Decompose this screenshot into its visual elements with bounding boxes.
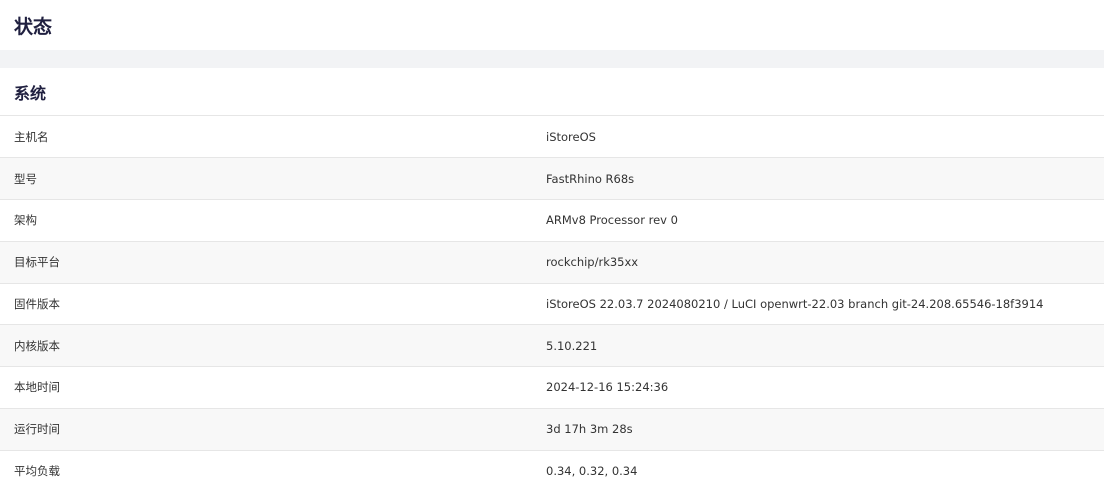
system-section-title: 系统 (14, 83, 47, 103)
system-section: 系统 主机名 iStoreOS 型号 FastRhino R68s 架构 ARM… (0, 68, 1104, 486)
row-label: 固件版本 (0, 283, 546, 326)
table-row-target-platform: 目标平台 rockchip/rk35xx (0, 241, 1104, 284)
row-label: 架构 (0, 199, 546, 242)
table-row-uptime: 运行时间 3d 17h 3m 28s (0, 408, 1104, 451)
section-gap (0, 50, 1104, 68)
page-title: 状态 (14, 15, 53, 38)
row-label: 运行时间 (0, 408, 546, 451)
table-row-model: 型号 FastRhino R68s (0, 157, 1104, 200)
row-value: iStoreOS 22.03.7 2024080210 / LuCI openw… (546, 283, 1104, 326)
row-value: iStoreOS (546, 116, 1104, 159)
table-row-firmware-version: 固件版本 iStoreOS 22.03.7 2024080210 / LuCI … (0, 283, 1104, 326)
system-info-table: 主机名 iStoreOS 型号 FastRhino R68s 架构 ARMv8 … (0, 116, 1104, 486)
row-label: 型号 (0, 157, 546, 200)
row-value: rockchip/rk35xx (546, 241, 1104, 284)
row-label: 内核版本 (0, 324, 546, 367)
row-value: 5.10.221 (546, 324, 1104, 367)
table-row-architecture: 架构 ARMv8 Processor rev 0 (0, 199, 1104, 242)
system-section-header: 系统 (0, 68, 1104, 116)
row-value: FastRhino R68s (546, 157, 1104, 200)
table-row-kernel-version: 内核版本 5.10.221 (0, 324, 1104, 367)
row-value: 0.34, 0.32, 0.34 (546, 450, 1104, 486)
row-value: 3d 17h 3m 28s (546, 408, 1104, 451)
page-header: 状态 (0, 0, 1104, 50)
table-row-load-average: 平均负载 0.34, 0.32, 0.34 (0, 450, 1104, 486)
row-label: 目标平台 (0, 241, 546, 284)
row-value: ARMv8 Processor rev 0 (546, 199, 1104, 242)
row-label: 本地时间 (0, 366, 546, 409)
table-row-local-time: 本地时间 2024-12-16 15:24:36 (0, 366, 1104, 409)
table-row-hostname: 主机名 iStoreOS (0, 116, 1104, 159)
row-label: 主机名 (0, 116, 546, 159)
row-label: 平均负载 (0, 450, 546, 486)
row-value: 2024-12-16 15:24:36 (546, 366, 1104, 409)
